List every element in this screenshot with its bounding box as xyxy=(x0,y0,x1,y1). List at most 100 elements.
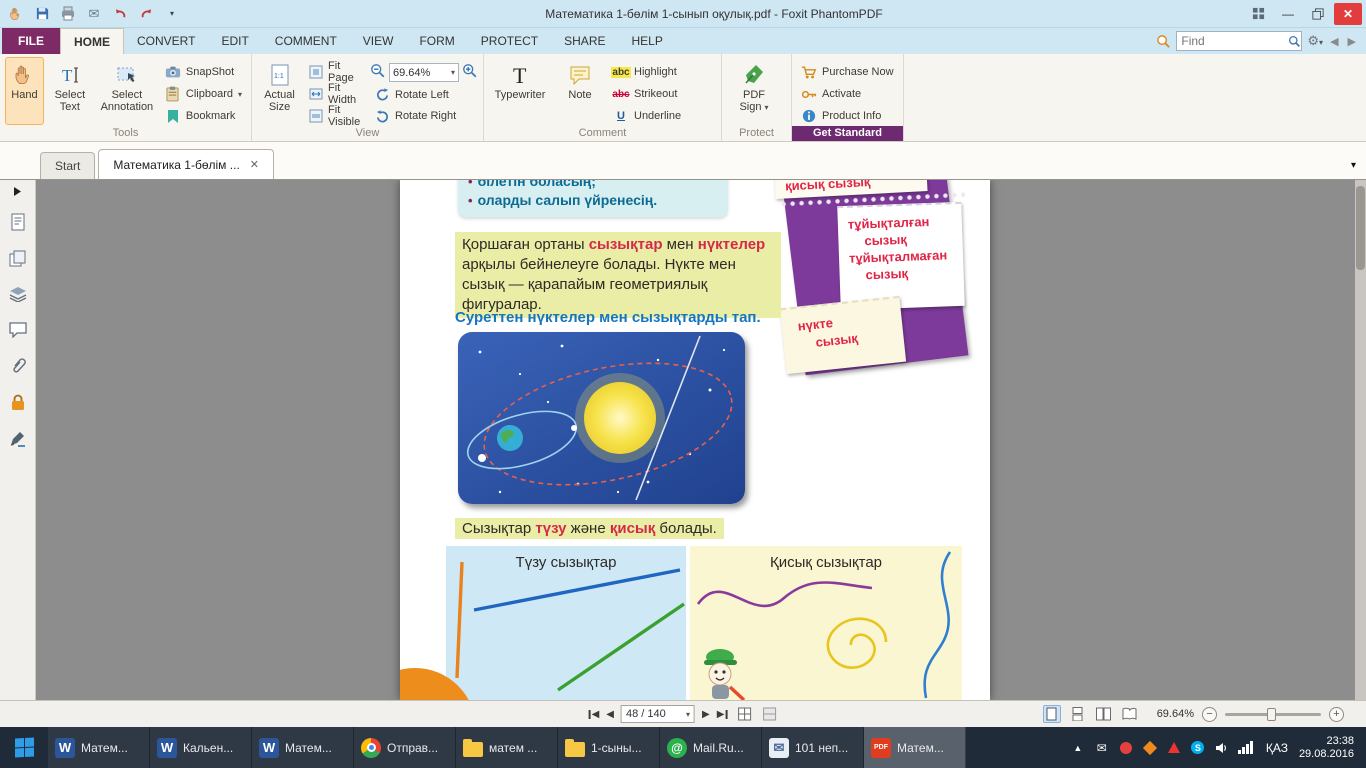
pdf-sign-button[interactable]: PDF Sign ▾ xyxy=(727,57,781,125)
product-info-button[interactable]: Product Info xyxy=(797,107,898,125)
snapshot-button[interactable]: SnapShot xyxy=(161,63,246,81)
hidden-icons-chevron[interactable]: ▲ xyxy=(1069,739,1087,757)
security-panel-button[interactable] xyxy=(7,391,29,413)
tab-protect[interactable]: PROTECT xyxy=(468,28,551,54)
select-annotation-button[interactable]: Select Annotation xyxy=(96,57,158,125)
language-indicator[interactable]: ҚАЗ xyxy=(1261,741,1293,755)
typewriter-button[interactable]: T Typewriter xyxy=(489,57,551,125)
find-next-button[interactable]: ▶ xyxy=(1346,35,1358,48)
taskbar-item-mailru[interactable]: @Mail.Ru... xyxy=(660,727,762,768)
last-page-button[interactable]: ▶ xyxy=(717,709,729,720)
zoom-in-button[interactable] xyxy=(462,63,478,82)
purchase-now-button[interactable]: Purchase Now xyxy=(797,63,898,81)
signatures-panel-button[interactable] xyxy=(7,427,29,449)
previous-page-button[interactable]: ◀ xyxy=(606,709,614,720)
fit-page-button[interactable]: Fit Page xyxy=(305,63,367,81)
tray-agent-icon[interactable] xyxy=(1117,739,1135,757)
tab-edit[interactable]: EDIT xyxy=(208,28,261,54)
search-button[interactable] xyxy=(1288,35,1301,48)
tray-network-icon[interactable] xyxy=(1237,739,1255,757)
taskbar-item-mail[interactable]: ✉101 неп... xyxy=(762,727,864,768)
find-previous-button[interactable]: ◀ xyxy=(1328,35,1340,48)
attachments-panel-button[interactable] xyxy=(7,355,29,377)
panel-expand-button[interactable] xyxy=(7,185,29,197)
taskbar-item-foxit[interactable]: PDFМатем... xyxy=(864,727,966,768)
tab-form[interactable]: FORM xyxy=(406,28,467,54)
clock[interactable]: 23:3829.08.2016 xyxy=(1299,735,1358,761)
single-page-view-button[interactable] xyxy=(1043,705,1061,723)
hand-tool-quick-icon[interactable] xyxy=(4,3,28,25)
fit-visible-button[interactable]: Fit Visible xyxy=(305,107,367,125)
find-input[interactable] xyxy=(1177,34,1288,48)
clipboard-button[interactable]: Clipboard ▾ xyxy=(161,85,246,103)
comments-panel-button[interactable] xyxy=(7,319,29,341)
taskbar-item-folder-2[interactable]: 1-сыны... xyxy=(558,727,660,768)
tab-convert[interactable]: CONVERT xyxy=(124,28,208,54)
save-button[interactable] xyxy=(30,3,54,25)
pdf-page[interactable]: •білетін боласың; •оларды салып үйренесі… xyxy=(400,180,990,700)
snapshot-mode-button[interactable] xyxy=(735,705,753,723)
tray-volume-icon[interactable] xyxy=(1213,739,1231,757)
zoom-in-button[interactable]: + xyxy=(1329,707,1344,722)
minimize-button[interactable]: — xyxy=(1274,3,1302,25)
zoom-slider[interactable] xyxy=(1225,713,1321,716)
qat-customize-dropdown[interactable]: ▾ xyxy=(160,3,184,25)
zoom-level-combobox[interactable]: 69.64%▾ xyxy=(389,63,459,82)
layers-panel-button[interactable] xyxy=(7,247,29,269)
taskbar-item-folder-1[interactable]: матем ... xyxy=(456,727,558,768)
fit-width-button[interactable]: Fit Width xyxy=(305,85,367,103)
rotate-left-button[interactable]: Rotate Left xyxy=(370,86,478,103)
tab-list-dropdown[interactable]: ▾ xyxy=(1351,160,1356,171)
taskbar-item-word-1[interactable]: WМатем... xyxy=(48,727,150,768)
close-button[interactable]: ✕ xyxy=(1334,3,1362,25)
tray-envelope-icon[interactable]: ✉ xyxy=(1093,739,1111,757)
tray-shield-icon[interactable] xyxy=(1141,739,1159,757)
start-button[interactable] xyxy=(0,727,48,768)
tab-comment[interactable]: COMMENT xyxy=(262,28,350,54)
document-area[interactable]: •білетін боласың; •оларды салып үйренесі… xyxy=(36,180,1366,700)
find-settings-button[interactable]: ⚙▾ xyxy=(1307,33,1323,49)
tab-file[interactable]: FILE xyxy=(2,28,60,54)
actual-size-button[interactable]: 1:1 Actual Size xyxy=(257,57,302,125)
email-button[interactable]: ✉ xyxy=(82,3,106,25)
tab-view[interactable]: VIEW xyxy=(350,28,407,54)
continuous-view-button[interactable] xyxy=(1069,705,1087,723)
redo-button[interactable] xyxy=(134,3,158,25)
zoom-out-button[interactable]: − xyxy=(1202,707,1217,722)
taskbar-item-chrome[interactable]: Отправ... xyxy=(354,727,456,768)
next-page-button[interactable]: ▶ xyxy=(702,709,710,720)
doc-tab-current[interactable]: Математика 1-бөлім ... ✕ xyxy=(98,149,274,179)
select-text-button[interactable]: T Select Text xyxy=(47,57,93,125)
hand-tool-button[interactable]: Hand xyxy=(5,57,44,125)
vertical-scrollbar[interactable] xyxy=(1355,180,1366,700)
print-button[interactable] xyxy=(56,3,80,25)
undo-button[interactable] xyxy=(108,3,132,25)
restore-button[interactable] xyxy=(1304,3,1332,25)
facing-view-button[interactable] xyxy=(1095,705,1113,723)
tray-skype-icon[interactable]: S xyxy=(1189,739,1207,757)
ui-layout-button[interactable] xyxy=(1244,3,1272,25)
page-thumbnails-button[interactable] xyxy=(7,211,29,233)
highlight-button[interactable]: abc Highlight xyxy=(609,63,685,81)
zoom-slider-thumb[interactable] xyxy=(1267,708,1276,721)
tray-warning-icon[interactable] xyxy=(1165,739,1183,757)
tab-share[interactable]: SHARE xyxy=(551,28,618,54)
bookmark-button[interactable]: Bookmark xyxy=(161,107,246,125)
split-view-button[interactable] xyxy=(760,705,778,723)
tab-home[interactable]: HOME xyxy=(60,28,124,54)
taskbar-item-word-2[interactable]: WКальен... xyxy=(150,727,252,768)
taskbar-item-word-3[interactable]: WМатем... xyxy=(252,727,354,768)
activate-button[interactable]: Activate xyxy=(797,85,898,103)
page-number-combobox[interactable]: 48 / 140▾ xyxy=(621,705,695,723)
note-button[interactable]: Note xyxy=(554,57,606,125)
book-view-button[interactable] xyxy=(1121,705,1139,723)
tab-help[interactable]: HELP xyxy=(618,28,675,54)
bookmarks-panel-button[interactable] xyxy=(7,283,29,305)
close-tab-icon[interactable]: ✕ xyxy=(250,158,259,171)
first-page-button[interactable]: ◀ xyxy=(588,709,600,720)
underline-button[interactable]: U Underline xyxy=(609,107,685,125)
strikeout-button[interactable]: abc Strikeout xyxy=(609,85,685,103)
scrollbar-thumb[interactable] xyxy=(1356,186,1365,270)
zoom-out-button[interactable] xyxy=(370,63,386,82)
rotate-right-button[interactable]: Rotate Right xyxy=(370,108,478,125)
